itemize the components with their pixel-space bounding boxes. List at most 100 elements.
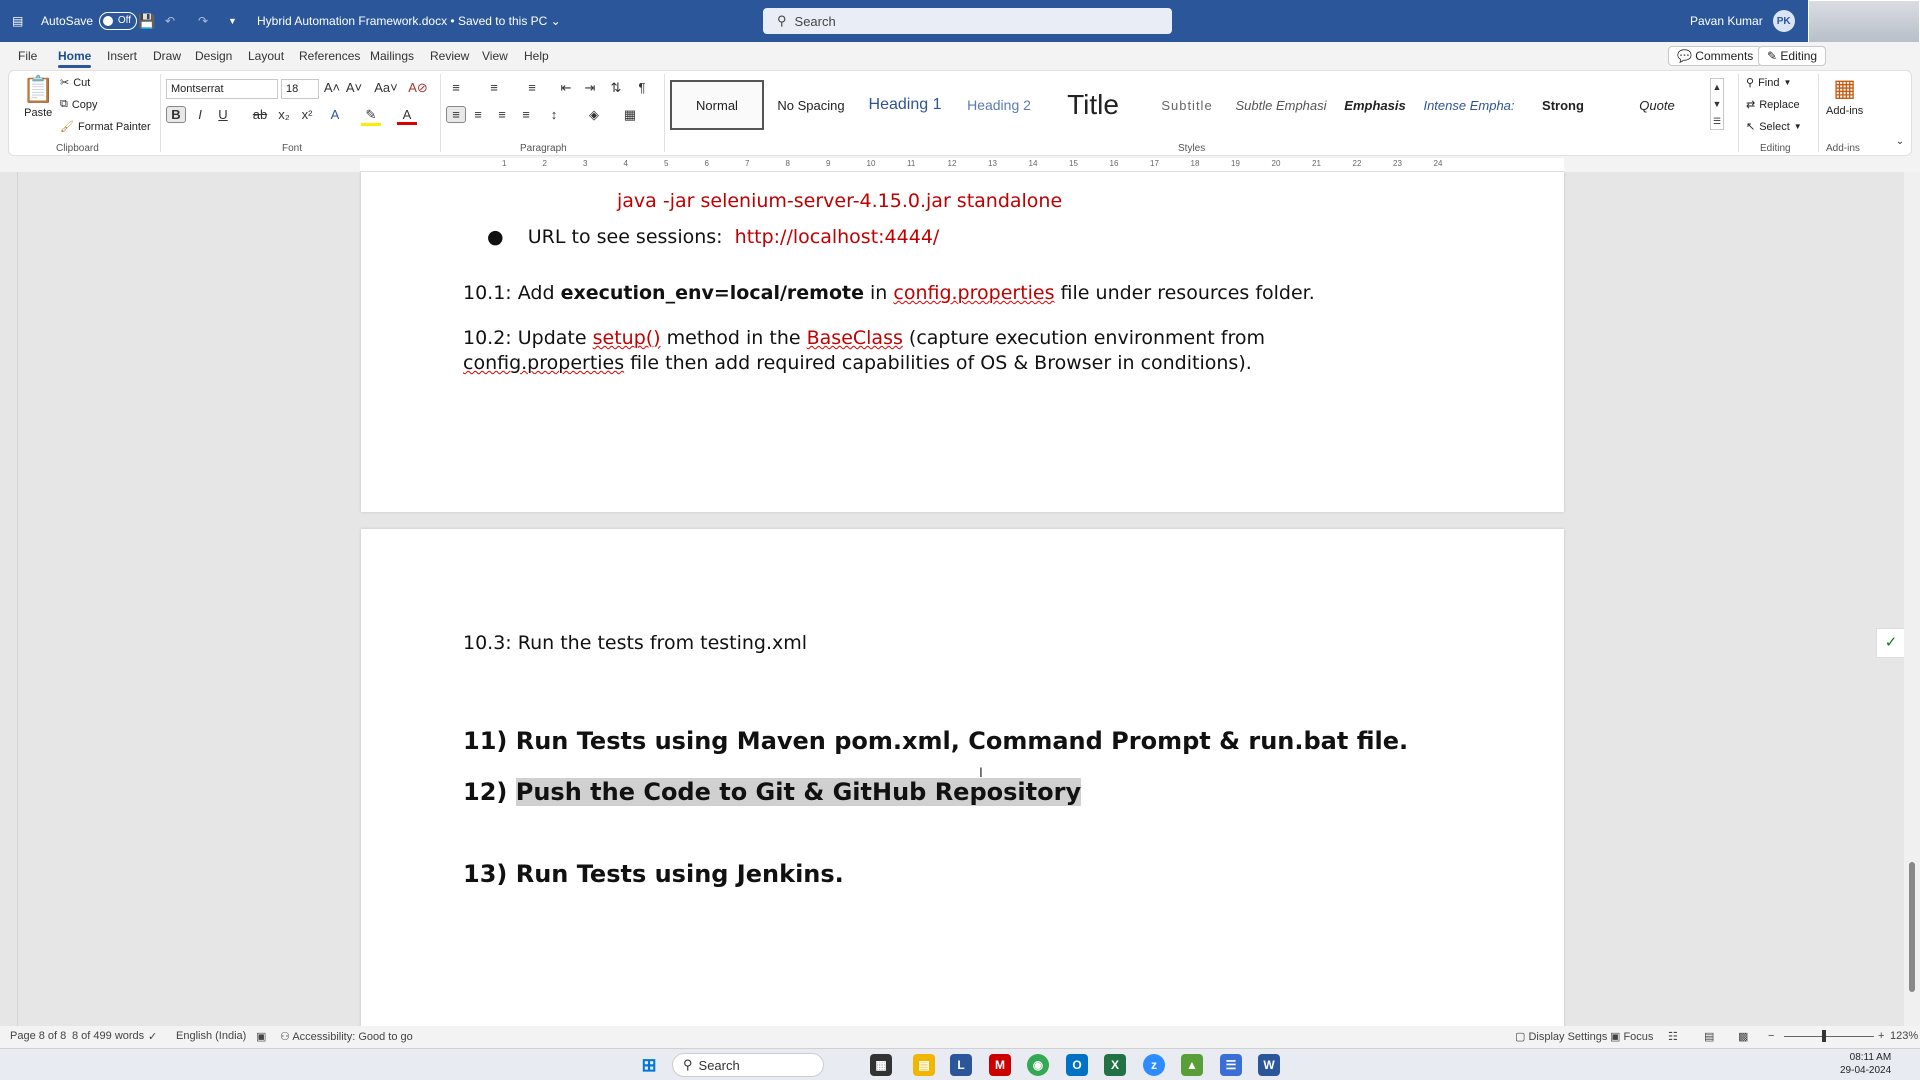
- chrome-icon[interactable]: ◉: [1027, 1054, 1049, 1076]
- tab-home[interactable]: Home: [58, 42, 92, 70]
- customize-qat-icon[interactable]: ▼: [228, 0, 237, 42]
- copy-button[interactable]: ⧉ Copy: [60, 98, 98, 111]
- borders-icon[interactable]: ▦: [620, 107, 640, 123]
- word-count[interactable]: 8 of 499 words: [72, 1030, 144, 1042]
- start-icon[interactable]: ⊞: [638, 1054, 660, 1076]
- print-layout-icon[interactable]: ▤: [1704, 1030, 1714, 1043]
- photos-icon[interactable]: ▲: [1181, 1054, 1203, 1076]
- tab-layout[interactable]: Layout: [248, 42, 284, 70]
- tab-mailings[interactable]: Mailings: [370, 42, 414, 70]
- system-clock[interactable]: 08:11 AM 29-04-2024: [1840, 1051, 1891, 1077]
- read-mode-icon[interactable]: ☷: [1668, 1030, 1678, 1043]
- page-count[interactable]: Page 8 of 8: [10, 1030, 66, 1042]
- clear-formatting-icon[interactable]: A⊘: [408, 80, 428, 96]
- undo-icon[interactable]: ↶: [165, 0, 175, 42]
- justify-icon[interactable]: ≡: [516, 107, 536, 122]
- zoom-out-icon[interactable]: −: [1768, 1030, 1774, 1042]
- user-name[interactable]: Pavan Kumar: [1690, 14, 1763, 28]
- format-painter-button[interactable]: 🖌 Format Painter: [60, 120, 151, 134]
- selected-text[interactable]: Push the Code to Git & GitHub Repository: [515, 778, 1082, 806]
- shrink-font-icon[interactable]: A˅: [344, 80, 364, 95]
- comments-button[interactable]: 💬 Comments: [1668, 46, 1763, 66]
- style-intense-emphasis[interactable]: Intense Empha:: [1422, 80, 1516, 130]
- scrollbar-thumb[interactable]: [1909, 862, 1915, 992]
- save-icon[interactable]: 💾: [138, 0, 155, 42]
- proofing-icon[interactable]: ✓: [148, 1030, 157, 1043]
- list-item-sessions-url[interactable]: ● URL to see sessions: http://localhost:…: [487, 226, 939, 248]
- paragraph-10-3[interactable]: 10.3: Run the tests from testing.xml: [463, 632, 807, 654]
- heading-13[interactable]: 13) Run Tests using Jenkins.: [463, 860, 844, 888]
- style-title[interactable]: Title: [1046, 80, 1140, 130]
- focus-mode[interactable]: ▣ Focus: [1610, 1030, 1653, 1043]
- language[interactable]: English (India): [176, 1030, 246, 1042]
- styles-scroll-icon[interactable]: ▲ ▼ ☰: [1710, 78, 1724, 130]
- word-taskbar-icon[interactable]: W: [1258, 1054, 1280, 1076]
- style-quote[interactable]: Quote: [1610, 80, 1704, 130]
- grow-font-icon[interactable]: A˄: [322, 80, 342, 95]
- bullets-icon[interactable]: ≡: [446, 80, 466, 95]
- show-formatting-marks-icon[interactable]: ¶: [632, 80, 652, 95]
- excel-icon[interactable]: X: [1104, 1054, 1126, 1076]
- line-spacing-icon[interactable]: ↕: [544, 107, 564, 122]
- zoom-slider[interactable]: [1784, 1036, 1874, 1037]
- subscript-icon[interactable]: x₂: [274, 107, 294, 122]
- zoom-level[interactable]: 123%: [1890, 1030, 1918, 1042]
- replace-button[interactable]: ⇄ Replace: [1746, 98, 1800, 112]
- zoom-app-icon[interactable]: z: [1143, 1054, 1165, 1076]
- tab-review[interactable]: Review: [430, 42, 469, 70]
- style-subtle-emphasis[interactable]: Subtle Emphasi: [1234, 80, 1328, 130]
- vertical-ruler[interactable]: [0, 172, 18, 1026]
- paste-button[interactable]: 📋 Paste: [22, 74, 54, 119]
- tab-view[interactable]: View: [482, 42, 508, 70]
- avatar[interactable]: PK: [1772, 10, 1795, 32]
- style-no-spacing[interactable]: No Spacing: [764, 80, 858, 130]
- redo-icon[interactable]: ↷: [198, 0, 208, 42]
- highlight-icon[interactable]: ✎: [361, 107, 381, 126]
- predictions-icon[interactable]: ▣: [256, 1030, 266, 1043]
- accessibility-status[interactable]: ⚇ Accessibility: Good to go: [280, 1030, 413, 1043]
- font-family-select[interactable]: Montserrat: [166, 79, 278, 99]
- align-left-icon[interactable]: ≡: [446, 106, 466, 123]
- font-color-icon[interactable]: A: [397, 107, 417, 125]
- display-settings[interactable]: ▢ Display Settings: [1515, 1030, 1607, 1043]
- web-layout-icon[interactable]: ▩: [1738, 1030, 1748, 1043]
- underline-icon[interactable]: U: [213, 107, 233, 122]
- mcafee-icon[interactable]: M: [989, 1054, 1011, 1076]
- outlook-icon[interactable]: O: [1066, 1054, 1088, 1076]
- task-view-icon[interactable]: ▦: [870, 1054, 892, 1076]
- change-case-icon[interactable]: Aa˅: [372, 80, 400, 95]
- superscript-icon[interactable]: x²: [297, 107, 317, 122]
- strikethrough-icon[interactable]: ab: [250, 107, 270, 122]
- style-strong[interactable]: Strong: [1516, 80, 1610, 130]
- style-heading-1[interactable]: Heading 1: [858, 80, 952, 130]
- style-heading-2[interactable]: Heading 2: [952, 80, 1046, 130]
- select-button[interactable]: ↖ Select ▼: [1746, 120, 1802, 134]
- cut-button[interactable]: ✂ Cut: [60, 76, 90, 90]
- decrease-indent-icon[interactable]: ⇤: [556, 80, 576, 96]
- tab-file[interactable]: File: [18, 42, 37, 70]
- taskbar-search[interactable]: ⚲ Search: [672, 1053, 824, 1077]
- numbering-icon[interactable]: ≡: [484, 80, 504, 95]
- editing-mode-button[interactable]: ✎ Editing: [1758, 46, 1827, 66]
- heading-11[interactable]: 11) Run Tests using Maven pom.xml, Comma…: [463, 727, 1408, 755]
- find-button[interactable]: ⚲ Find ▼: [1746, 76, 1791, 90]
- multilevel-list-icon[interactable]: ≡: [522, 80, 542, 95]
- notepad-icon[interactable]: ☰: [1220, 1054, 1242, 1076]
- sort-icon[interactable]: ⇅: [606, 80, 626, 96]
- file-explorer-icon[interactable]: ▤: [913, 1054, 935, 1076]
- paragraph-10-2[interactable]: 10.2: Update setup() method in the BaseC…: [463, 326, 1265, 376]
- command-line[interactable]: java -jar selenium-server-4.15.0.jar sta…: [617, 190, 1062, 212]
- align-right-icon[interactable]: ≡: [492, 107, 512, 122]
- vertical-scrollbar[interactable]: [1904, 172, 1920, 1026]
- add-ins-button[interactable]: ▦ Add-ins: [1826, 74, 1863, 117]
- horizontal-ruler[interactable]: 1 2 3 4 5 6 7 8 9 10 11 12 13 14 15 16 17 18 19 20 21 22 23 24: [360, 158, 1564, 172]
- font-size-select[interactable]: 18: [281, 79, 319, 99]
- style-emphasis[interactable]: Emphasis: [1328, 80, 1422, 130]
- autosave-toggle[interactable]: Off: [99, 12, 138, 30]
- heading-12[interactable]: 12) Push the Code to Git & GitHub Reposi…: [463, 778, 1082, 806]
- zoom-in-icon[interactable]: +: [1878, 1030, 1884, 1042]
- word-app-icon[interactable]: ▤: [12, 0, 23, 42]
- style-normal[interactable]: Normal: [670, 80, 764, 130]
- tab-references[interactable]: References: [299, 42, 360, 70]
- zoom-slider-handle[interactable]: [1822, 1030, 1826, 1042]
